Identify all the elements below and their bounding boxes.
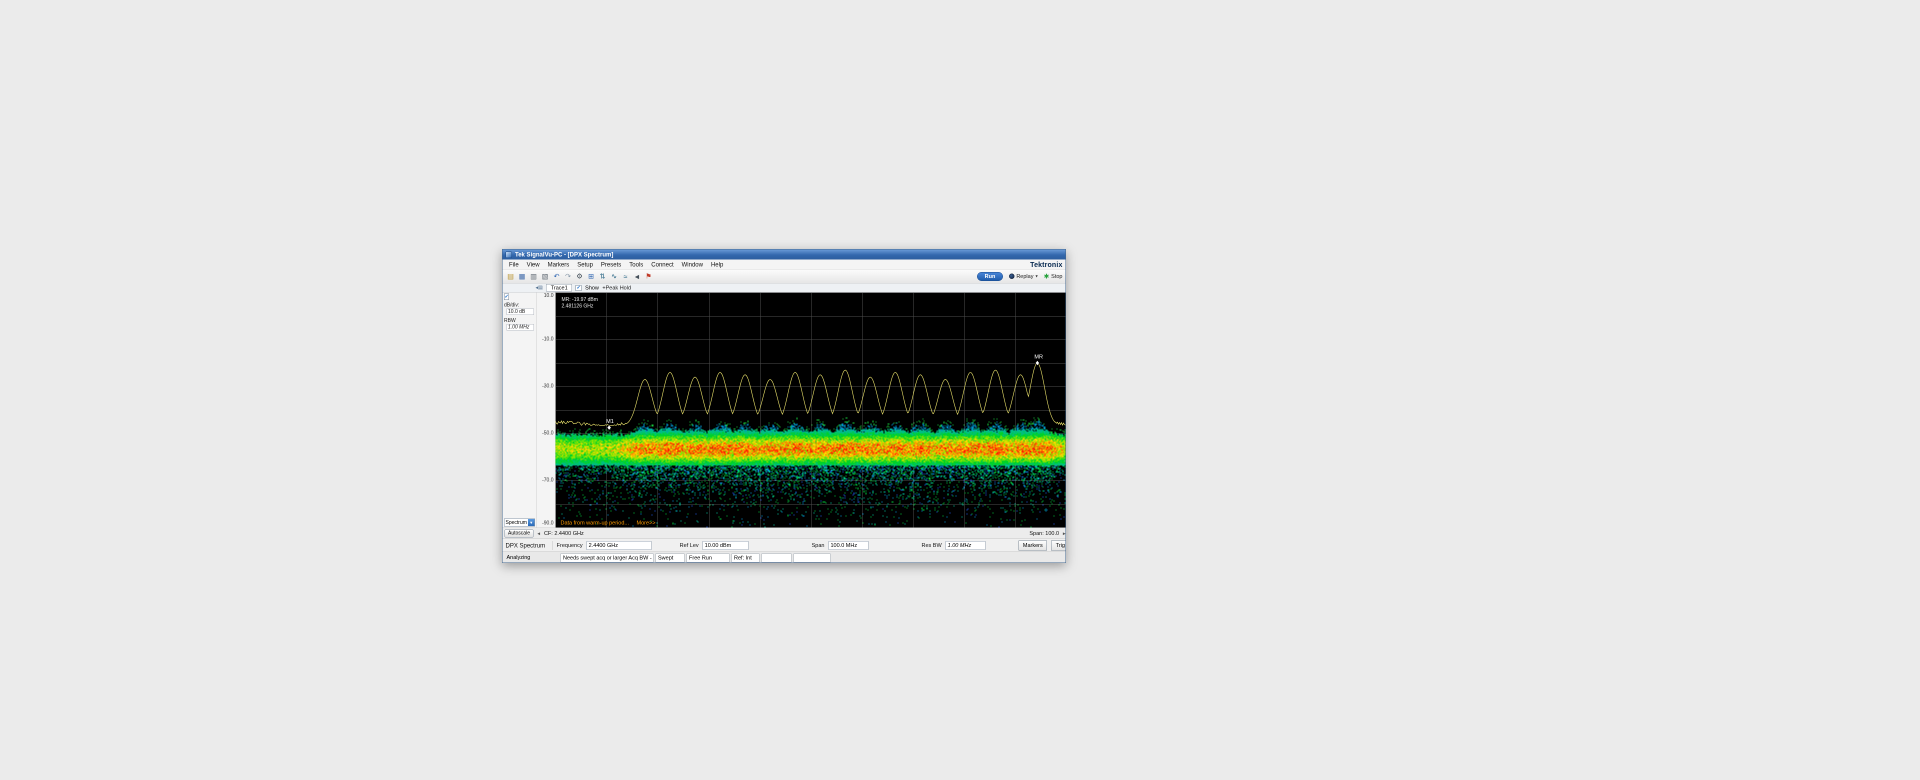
warmup-message: Data from warm-up period...	[560, 520, 629, 526]
trig-button[interactable]: Trig	[1051, 540, 1066, 551]
marker-readout-frequency: 2.481126 GHz	[561, 303, 594, 310]
amplitude-icon[interactable]: ⇅	[598, 271, 608, 281]
mode-label: DPX Spectrum	[505, 541, 546, 549]
span-label: Span	[811, 542, 825, 549]
window-title: Tek SignalVu-PC - [DPX Spectrum]	[515, 251, 614, 258]
menu-item-setup[interactable]: Setup	[574, 260, 597, 269]
scroll-right-icon[interactable]: ►	[1062, 531, 1065, 536]
dropdown-icon: ▼	[528, 519, 535, 526]
audio-icon[interactable]: ◄	[632, 271, 642, 281]
main-area: ✓ dB/div: 10.0 dB RBW 1.00 MHz Spectrum …	[502, 292, 1066, 528]
span-readout: Span: 100.0	[1029, 530, 1060, 537]
marker-flag-icon[interactable]: ⚑	[644, 271, 654, 281]
chevron-down-icon: ▾	[1035, 273, 1038, 279]
panel-toggle-icon[interactable]: ◂▤	[536, 285, 543, 291]
y-axis: 10.0 -10.0 -30.0 -50.0 -70.0 -90.0	[536, 292, 556, 528]
ref-lev-label: Ref Lev	[679, 542, 699, 549]
trace-bar: ◂▤ Trace1 ✓ Show +Peak Hold	[502, 283, 1066, 293]
y-axis-label: 10.0	[543, 292, 554, 299]
show-checkbox[interactable]: ✓	[575, 284, 582, 291]
stop-label: Stop	[1051, 273, 1063, 280]
sidebar-checkbox[interactable]: ✓	[504, 293, 510, 300]
toolbar: ▤ ▦ ▥ ▧ ↶ ↷ ⚙ ⊞ ⇅ ∿ ≈ ◄ ⚑ Run Replay ▾ ✱ Stop	[502, 269, 1066, 284]
detection-mode[interactable]: +Peak Hold	[602, 285, 631, 291]
y-axis-label: -50.0	[542, 430, 554, 436]
menu-items: File View Markers Setup Presets Tools Connect W…	[506, 260, 727, 269]
show-label: Show	[585, 284, 599, 291]
open-file-icon[interactable]: ▤	[506, 271, 516, 281]
status-bar: Analyzing Needs swept acq or larger Acq …	[502, 551, 1066, 563]
scroll-left-icon[interactable]: ◄	[537, 531, 541, 536]
y-axis-label: -90.0	[542, 520, 554, 526]
menu-item-connect[interactable]: Connect	[648, 260, 677, 269]
print-icon[interactable]: ▥	[529, 271, 539, 281]
save-icon[interactable]: ▦	[517, 271, 527, 281]
cf-readout: CF: 2.4400 GHz	[543, 530, 584, 537]
marker-readout: MR: -19.97 dBm 2.481126 GHz	[562, 297, 598, 310]
y-axis-label: -30.0	[542, 383, 554, 389]
run-button[interactable]: Run	[977, 271, 1003, 281]
markers-button[interactable]: Markers	[1018, 540, 1048, 551]
status-trigger: Free Run	[686, 553, 730, 563]
menu-item-markers[interactable]: Markers	[544, 260, 573, 269]
status-acq-mode: Swept	[655, 553, 685, 563]
status-state: Analyzing	[506, 554, 531, 561]
res-bw-label: Res BW	[921, 542, 942, 549]
dpx-bitmap-canvas[interactable]	[555, 292, 1066, 528]
title-bar[interactable]: Tek SignalVu-PC - [DPX Spectrum]	[502, 249, 1066, 260]
status-message: Needs swept acq or larger Acq BW - Acqui…	[560, 553, 654, 563]
rbw-label: RBW	[504, 318, 516, 324]
toolbar-icons: ▤ ▦ ▥ ▧ ↶ ↷ ⚙ ⊞ ⇅ ∿ ≈ ◄ ⚑	[506, 271, 654, 281]
menu-item-help[interactable]: Help	[707, 260, 726, 269]
replay-button[interactable]: Replay ▾	[1008, 273, 1038, 280]
span-field[interactable]	[828, 540, 869, 550]
frequency-field[interactable]	[586, 540, 652, 550]
stop-button[interactable]: ✱ Stop	[1044, 272, 1063, 280]
signalvu-window: Tek SignalVu-PC - [DPX Spectrum] File Vie…	[502, 249, 1066, 563]
y-axis-label: -70.0	[542, 477, 554, 483]
autoscale-button[interactable]: Autoscale	[504, 529, 534, 538]
menu-item-view[interactable]: View	[523, 260, 543, 269]
y-axis-label: -10.0	[542, 336, 554, 342]
view-selector-value: Spectrum	[505, 519, 527, 526]
copy-icon[interactable]: ▧	[540, 271, 550, 281]
menu-item-tools[interactable]: Tools	[626, 260, 647, 269]
menu-item-presets[interactable]: Presets	[597, 260, 624, 269]
status-ref: Ref: Int	[731, 553, 760, 563]
redo-icon[interactable]: ↷	[563, 271, 573, 281]
menu-item-window[interactable]: Window	[678, 260, 706, 269]
stop-icon: ✱	[1043, 272, 1050, 280]
rbw-value[interactable]: 1.00 MHz	[506, 324, 534, 331]
undo-icon[interactable]: ↶	[552, 271, 562, 281]
db-div-label: dB/div:	[504, 302, 520, 309]
tektronix-logo: Tektronix	[1030, 260, 1063, 269]
view-selector[interactable]: Spectrum ▼	[504, 518, 535, 527]
status-cell-empty-2	[793, 553, 831, 563]
status-cell-empty-1	[761, 553, 792, 563]
spectrum-icon[interactable]: ≈	[621, 271, 631, 281]
tab-trace1[interactable]: Trace1	[546, 284, 573, 292]
frequency-scroll-row: Autoscale ◄ CF: 2.4400 GHz Span: 100.0 ►	[502, 527, 1066, 539]
replay-label: Replay	[1016, 273, 1034, 280]
waveform-icon[interactable]: ∿	[609, 271, 619, 281]
warmup-warning: Data from warm-up period... More>>	[561, 520, 656, 526]
acquisition-controls: Run Replay ▾ ✱ Stop	[977, 271, 1063, 281]
display-settings-panel: ✓ dB/div: 10.0 dB RBW 1.00 MHz Spectrum …	[502, 292, 537, 528]
res-bw-field[interactable]	[945, 540, 986, 550]
desktop-background: Tek SignalVu-PC - [DPX Spectrum] File Vie…	[0, 0, 1920, 780]
settings-bar: DPX Spectrum Frequency Ref Lev Span Res …	[502, 538, 1066, 552]
app-icon	[505, 251, 512, 258]
menu-item-file[interactable]: File	[506, 260, 523, 269]
frequency-label: Frequency	[556, 542, 583, 549]
db-div-value[interactable]: 10.0 dB	[506, 308, 534, 315]
warmup-more-link[interactable]: More>>	[637, 520, 656, 526]
menu-bar: File View Markers Setup Presets Tools Connect W…	[502, 259, 1066, 270]
ref-lev-field[interactable]	[702, 540, 749, 550]
settings-gear-icon[interactable]: ⚙	[575, 271, 585, 281]
dpx-plot[interactable]: MR: -19.97 dBm 2.481126 GHz Data from wa…	[555, 292, 1066, 528]
replay-icon	[1008, 273, 1015, 279]
displays-icon[interactable]: ⊞	[586, 271, 596, 281]
